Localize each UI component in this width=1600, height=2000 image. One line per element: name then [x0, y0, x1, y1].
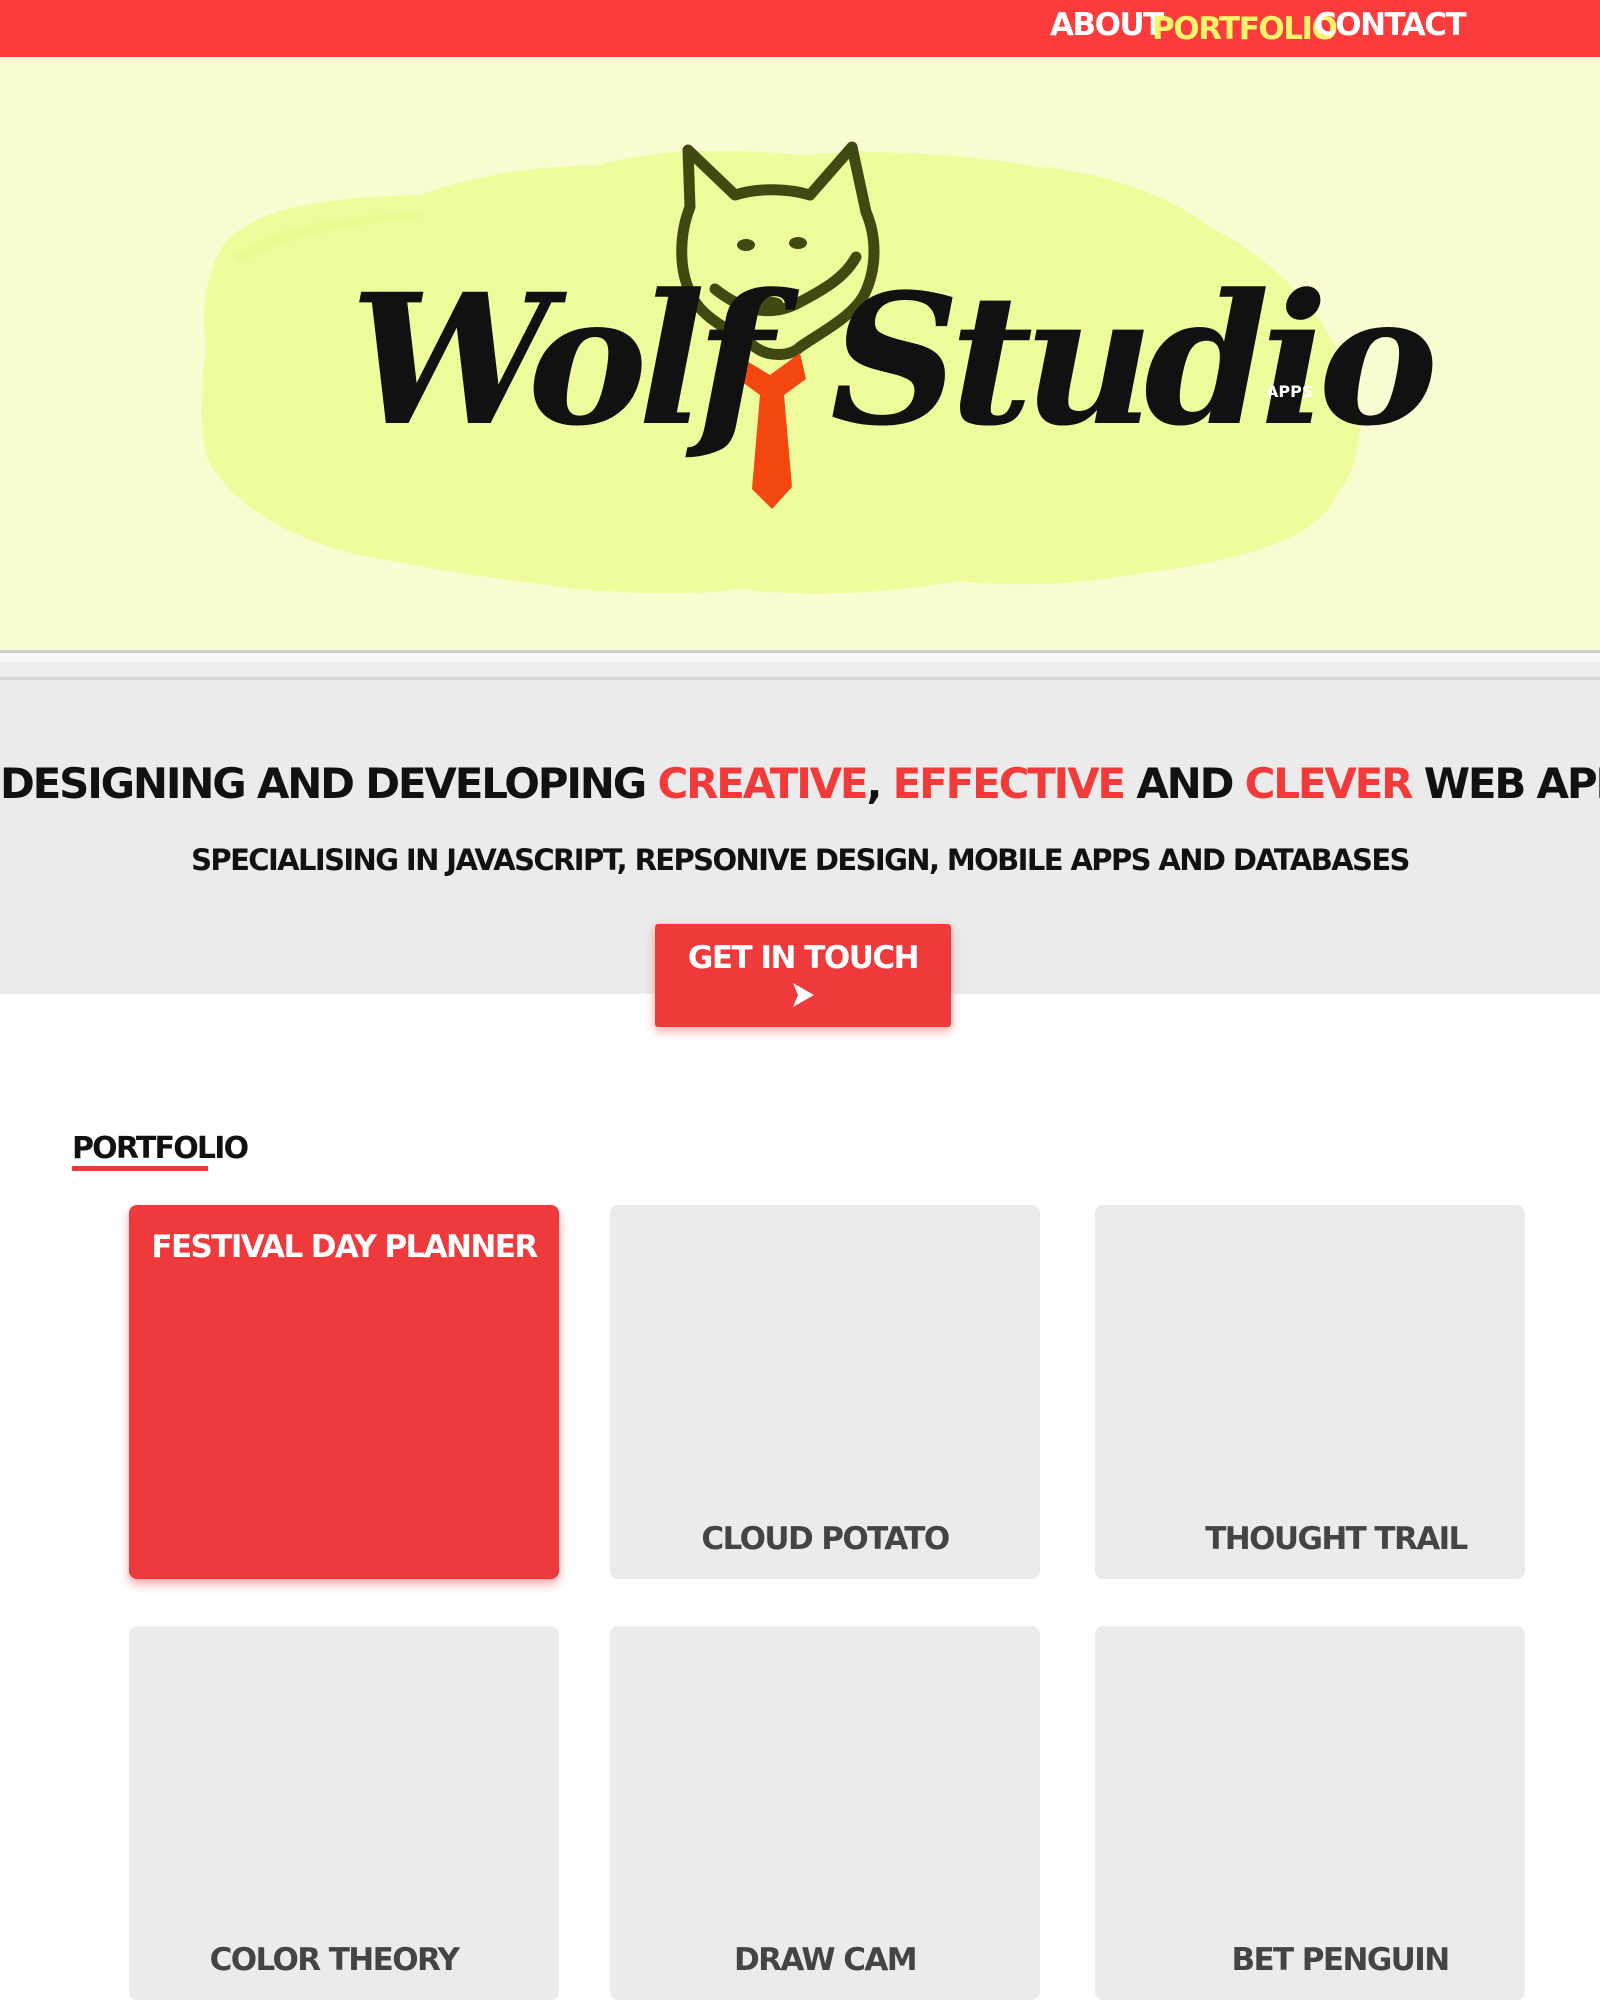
logo-word-right: Studio	[830, 255, 1433, 466]
get-in-touch-label: GET IN TOUCH	[687, 940, 920, 976]
headline-part: ,	[866, 759, 893, 808]
project-card-title: DRAW CAM	[734, 1942, 918, 1978]
section-divider	[0, 650, 1600, 680]
headline-highlight-creative: CREATIVE	[657, 759, 868, 808]
project-card-thought-trail[interactable]: THOUGHT TRAIL	[1095, 1205, 1525, 1579]
headline-part: DESIGNING AND DEVELOPING	[0, 759, 658, 808]
project-card-cloud-potato[interactable]: CLOUD POTATO	[610, 1205, 1040, 1579]
wolf-studio-logo: Wolf Studio APPS	[201, 141, 1443, 594]
headline: DESIGNING AND DEVELOPING CREATIVE, EFFEC…	[0, 756, 1600, 812]
project-card-title: FESTIVAL DAY PLANNER	[151, 1229, 538, 1265]
arrow-right-icon	[793, 983, 814, 1007]
headline-highlight-effective: EFFECTIVE	[892, 759, 1126, 808]
project-card-festival-day-planner[interactable]: FESTIVAL DAY PLANNER	[129, 1205, 559, 1579]
top-nav: ABOUT PORTFOLIO CONTACT	[0, 0, 1600, 57]
project-card-draw-cam[interactable]: DRAW CAM	[610, 1626, 1040, 2000]
project-card-title: THOUGHT TRAIL	[1205, 1521, 1468, 1557]
headline-highlight-clever: CLEVER	[1244, 759, 1414, 808]
project-card-bet-penguin[interactable]: BET PENGUIN	[1095, 1626, 1525, 2000]
project-card-title: CLOUD POTATO	[701, 1521, 950, 1557]
hero-banner: Wolf Studio APPS	[0, 57, 1600, 650]
nav-link-portfolio[interactable]: PORTFOLIO	[1152, 6, 1338, 52]
headline-part: WEB APPS.	[1423, 759, 1600, 808]
project-card-color-theory[interactable]: COLOR THEORY	[129, 1626, 559, 2000]
project-card-title: BET PENGUIN	[1231, 1942, 1450, 1978]
logo-badge-apps: APPS	[1266, 382, 1313, 401]
subheadline: SPECIALISING IN JAVASCRIPT, REPSONIVE DE…	[191, 843, 1410, 877]
get-in-touch-button[interactable]: GET IN TOUCH	[655, 924, 951, 1027]
logo-word-left: Wolf	[350, 255, 800, 466]
headline-part: AND	[1123, 759, 1245, 808]
portfolio-heading-underline	[72, 1166, 208, 1171]
portfolio-heading: PORTFOLIO	[72, 1131, 249, 1166]
nav-link-contact[interactable]: CONTACT	[1314, 2, 1467, 48]
nav-link-about[interactable]: ABOUT	[1050, 2, 1164, 48]
project-card-title: COLOR THEORY	[209, 1942, 460, 1978]
